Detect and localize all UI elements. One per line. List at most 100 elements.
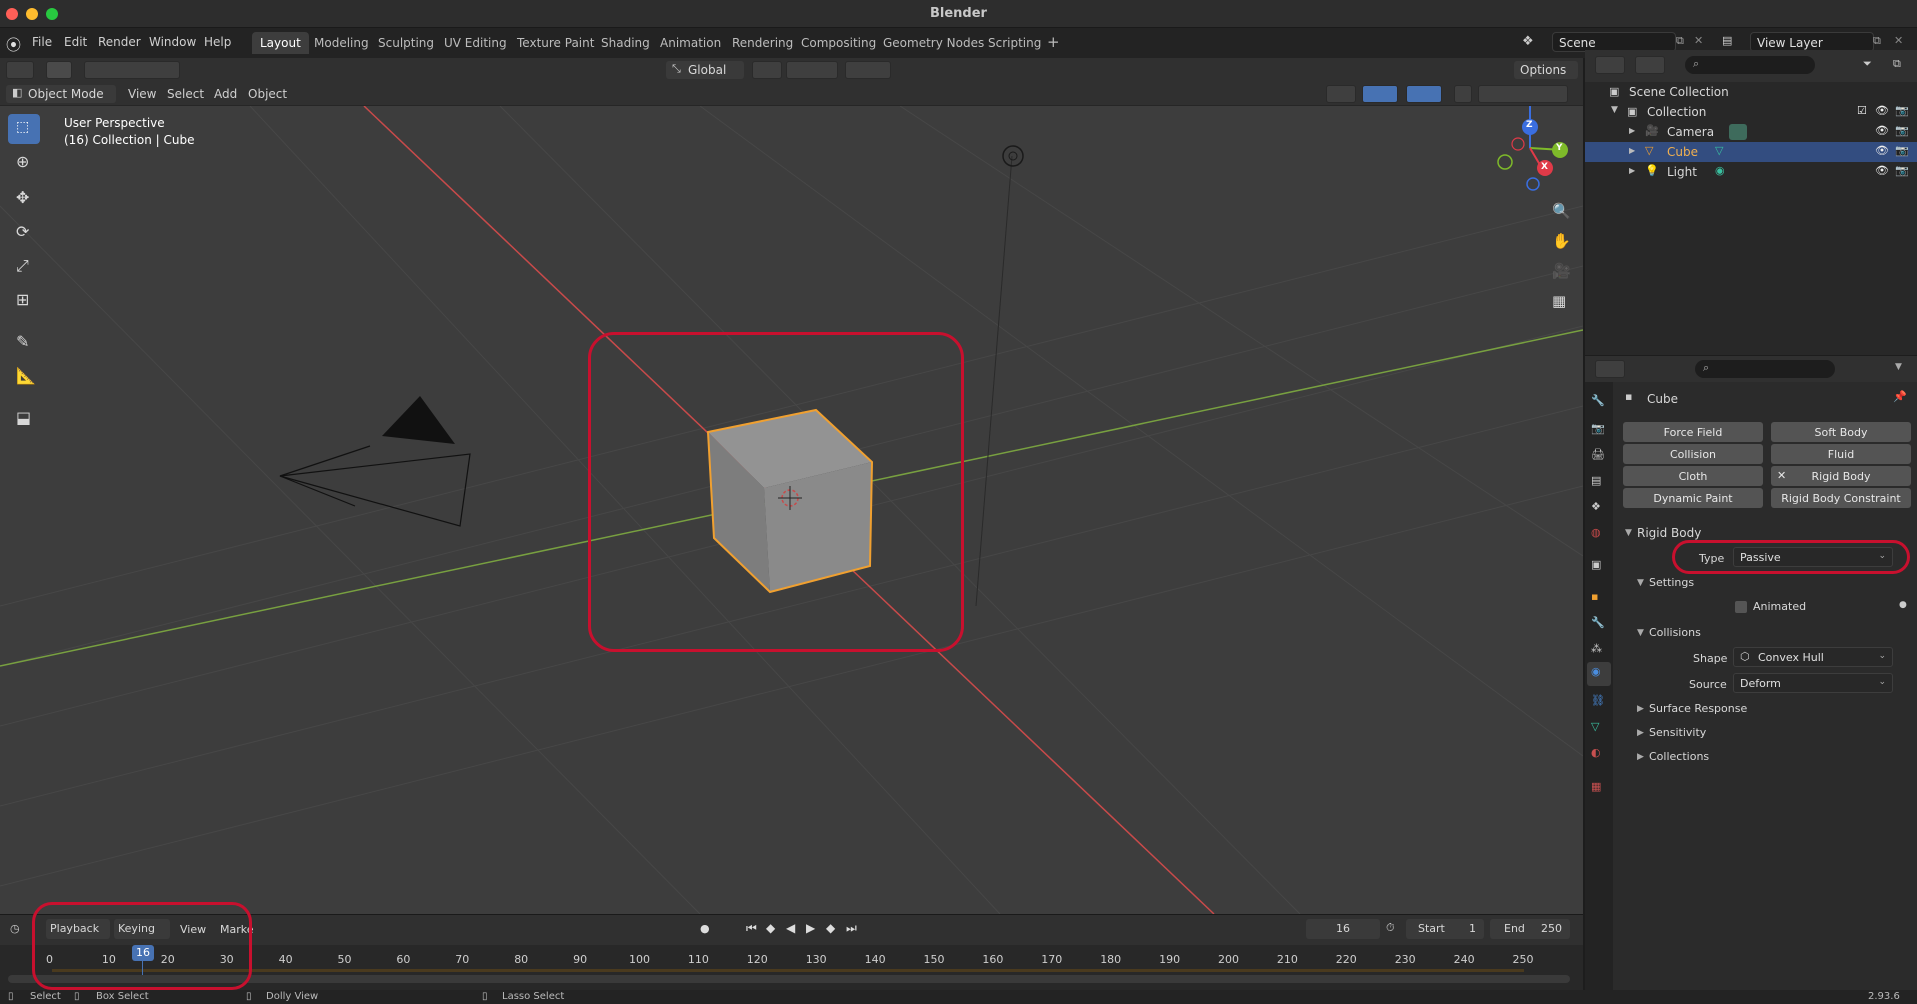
viewport-menu-add[interactable]: Add (214, 87, 237, 101)
tab-compositing[interactable]: Compositing (793, 32, 884, 54)
sensitivity-subpanel[interactable]: Sensitivity (1649, 726, 1706, 739)
outliner-editor-type[interactable] (1595, 56, 1625, 74)
outliner-item-cube[interactable]: ▶ ▽ Cube ▽ 👁 📷 (1585, 142, 1917, 162)
xray-toggle-button[interactable] (1454, 85, 1472, 103)
expand-arrow-icon[interactable]: ▶ (1629, 166, 1635, 175)
view-layer-tab-icon[interactable]: ▤ (1591, 474, 1607, 490)
collisions-subpanel-title[interactable]: Collisions (1649, 626, 1701, 639)
viewport-menu-select[interactable]: Select (167, 87, 204, 101)
render-camera-icon[interactable]: 📷 (1895, 104, 1909, 117)
viewport-menu-object[interactable]: Object (248, 87, 287, 101)
exclude-checkbox-icon[interactable]: ☑ (1857, 104, 1867, 117)
cursor-tool[interactable]: ⊕ (8, 148, 40, 178)
surface-response-subpanel[interactable]: Surface Response (1649, 702, 1747, 715)
expand-arrow-icon[interactable]: ▶ (1629, 126, 1635, 135)
select-tool-icon[interactable] (46, 61, 72, 79)
light-object[interactable] (1002, 145, 1024, 167)
pin-icon[interactable]: 📌 (1893, 390, 1907, 403)
fluid-button[interactable]: Fluid (1771, 444, 1911, 464)
outliner-search-input[interactable]: ⌕ (1685, 56, 1815, 74)
collision-button[interactable]: Collision (1623, 444, 1763, 464)
outliner-item-camera[interactable]: ▶ 🎥 Camera 👁 📷 (1585, 122, 1917, 142)
object-tab-icon[interactable]: ▪ (1591, 590, 1607, 606)
annotate-tool[interactable]: ✎ (8, 328, 40, 358)
physics-tab-active[interactable]: ◉ (1587, 662, 1611, 686)
expand-arrow-icon[interactable]: ▼ (1611, 105, 1618, 115)
material-tab-icon[interactable]: ◐ (1591, 746, 1607, 762)
scene-selector[interactable]: Scene (1552, 32, 1676, 52)
filter-icon[interactable]: ⏷ (1863, 57, 1872, 71)
outliner-display-mode[interactable] (1635, 56, 1665, 74)
scene-new-icon[interactable]: ⧉ (1676, 34, 1684, 48)
measure-tool[interactable]: 📐 (8, 362, 40, 392)
output-tab-icon[interactable]: 🖨 (1591, 448, 1607, 464)
pan-hand-icon[interactable]: ✋ (1552, 232, 1571, 250)
pivot-point-button[interactable] (752, 61, 782, 79)
overlay-toggle-button[interactable] (1406, 85, 1442, 103)
collection-tab-icon[interactable]: ▣ (1591, 558, 1607, 574)
collapse-arrow-icon[interactable]: ▼ (1625, 528, 1632, 538)
render-camera-icon[interactable]: 📷 (1895, 164, 1909, 177)
modifier-tab-icon[interactable]: 🔧 (1591, 616, 1607, 632)
transform-orientation-dropdown[interactable]: ⤡ Global (666, 61, 744, 79)
visibility-button[interactable] (1326, 85, 1356, 103)
settings-subpanel-title[interactable]: Settings (1649, 576, 1694, 589)
tab-geometry-nodes[interactable]: Geometry Nodes (875, 32, 992, 54)
tab-sculpting[interactable]: Sculpting (370, 32, 442, 54)
options-dropdown[interactable]: Options (1514, 61, 1578, 79)
shading-mode-buttons[interactable] (1478, 85, 1568, 103)
view-layer-new-icon[interactable]: ⧉ (1873, 34, 1881, 48)
tab-texture-paint[interactable]: Texture Paint (509, 32, 602, 54)
particles-tab-icon[interactable]: ⁂ (1591, 642, 1607, 658)
new-collection-icon[interactable]: ⧉ (1893, 57, 1901, 71)
world-tab-icon[interactable]: ◍ (1591, 526, 1607, 542)
collapse-arrow-icon[interactable]: ▼ (1637, 578, 1644, 588)
dynamic-paint-button[interactable]: Dynamic Paint (1623, 488, 1763, 508)
tab-uv-editing[interactable]: UV Editing (436, 32, 515, 54)
eye-icon[interactable]: 👁 (1875, 104, 1889, 117)
tab-rendering[interactable]: Rendering (724, 32, 801, 54)
expand-arrow-icon[interactable]: ▶ (1637, 704, 1644, 714)
scene-tab-icon[interactable]: ❖ (1591, 500, 1607, 516)
tab-shading[interactable]: Shading (593, 32, 658, 54)
view-layer-selector[interactable]: View Layer (1750, 32, 1874, 52)
mode-dropdown[interactable]: ◧ Object Mode (6, 85, 116, 103)
view-layer-icon[interactable]: ▤ (1722, 34, 1732, 47)
gizmo-toggle-button[interactable] (1362, 85, 1398, 103)
add-workspace-icon[interactable]: + (1047, 33, 1060, 51)
properties-options-icon[interactable]: ▼ (1895, 362, 1902, 372)
tab-animation[interactable]: Animation (652, 32, 729, 54)
tool-tab-icon[interactable]: 🔧 (1591, 394, 1607, 410)
view-layer-remove-icon[interactable]: ✕ (1894, 34, 1903, 47)
rigid-body-panel-title[interactable]: Rigid Body (1637, 526, 1701, 540)
menu-file[interactable]: File (32, 35, 52, 49)
zoom-icon[interactable]: 🔍 (1552, 202, 1571, 220)
rigid-body-constraint-button[interactable]: Rigid Body Constraint (1771, 488, 1911, 508)
snap-button[interactable] (786, 61, 838, 79)
rigid-body-button[interactable]: ✕ Rigid Body (1771, 466, 1911, 486)
transform-tool[interactable]: ⊞ (8, 286, 40, 316)
force-field-button[interactable]: Force Field (1623, 422, 1763, 442)
eye-icon[interactable]: 👁 (1875, 144, 1889, 157)
properties-search-input[interactable]: ⌕ (1695, 360, 1835, 378)
shape-dropdown[interactable]: ⬡ Convex Hull ⌄ (1733, 647, 1893, 667)
ortho-grid-icon[interactable]: ▦ (1552, 292, 1566, 310)
expand-arrow-icon[interactable]: ▶ (1637, 752, 1644, 762)
source-dropdown[interactable]: Deform ⌄ (1733, 673, 1893, 693)
soft-body-button[interactable]: Soft Body (1771, 422, 1911, 442)
add-cube-tool[interactable]: ⬓ (8, 404, 40, 434)
outliner-collection[interactable]: ▼ ▣ Collection ☑ 👁 📷 (1585, 102, 1917, 122)
constraints-tab-icon[interactable]: ⛓ (1591, 694, 1607, 710)
collections-subpanel[interactable]: Collections (1649, 750, 1709, 763)
rotate-tool[interactable]: ⟳ (8, 218, 40, 248)
scale-tool[interactable]: ⤢ (8, 252, 40, 282)
menu-render[interactable]: Render (98, 35, 141, 49)
eye-icon[interactable]: 👁 (1875, 124, 1889, 137)
menu-edit[interactable]: Edit (64, 35, 87, 49)
outliner-scene-collection[interactable]: ▣ Scene Collection (1585, 82, 1917, 102)
3d-viewport[interactable]: Z Y X User Perspective (16) Collection |… (0, 106, 1583, 914)
editor-type-button[interactable] (6, 61, 34, 79)
tab-modeling[interactable]: Modeling (306, 32, 377, 54)
tab-layout[interactable]: Layout (252, 32, 309, 54)
viewport-menu-view[interactable]: View (128, 87, 156, 101)
